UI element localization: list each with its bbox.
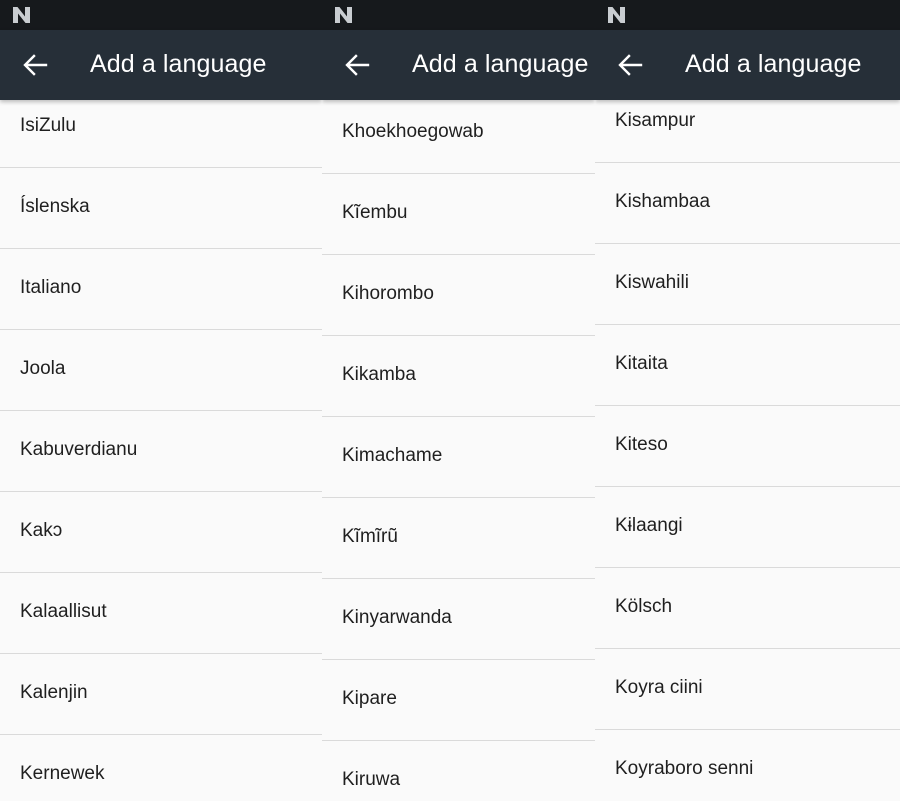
language-label: Kernewek xyxy=(20,763,105,784)
list-item-language[interactable]: Kihorombo xyxy=(322,255,595,336)
language-label: Koyra ciini xyxy=(615,677,703,698)
list-item-language[interactable]: Kĩembu xyxy=(322,174,595,255)
back-arrow-icon[interactable] xyxy=(22,53,48,77)
list-item-language[interactable]: Italiano xyxy=(0,249,322,330)
language-label: Kalenjin xyxy=(20,682,88,703)
list-item-language[interactable]: Kölsch xyxy=(595,568,900,649)
list-item-language[interactable]: Kitaita xyxy=(595,325,900,406)
list-item-language[interactable]: Kisampur xyxy=(595,100,900,163)
language-list-content: IsiZulu Íslenska Italiano Joola Kabuverd… xyxy=(0,100,322,801)
list-item-language[interactable]: Kalaallisut xyxy=(0,573,322,654)
language-label: Koyraboro senni xyxy=(615,758,754,779)
android-n-logo-icon xyxy=(335,7,352,23)
language-label: Kiteso xyxy=(615,434,668,455)
language-list[interactable]: Khoekhoegowab Kĩembu Kihorombo Kikamba K… xyxy=(322,100,595,801)
list-item-language[interactable]: Kĩmĩrũ xyxy=(322,498,595,579)
language-label: Kimachame xyxy=(342,445,443,466)
list-item-language[interactable]: Íslenska xyxy=(0,168,322,249)
list-item-language[interactable]: Kiswahili xyxy=(595,244,900,325)
list-item-language[interactable]: Kakɔ xyxy=(0,492,322,573)
list-item-language[interactable]: Koyraboro senni xyxy=(595,730,900,801)
language-label: Kitaita xyxy=(615,353,668,374)
app-bar: Add a language xyxy=(595,30,900,100)
status-bar xyxy=(595,0,900,30)
language-label: Kikamba xyxy=(342,364,416,385)
list-item-language[interactable]: Kinyarwanda xyxy=(322,579,595,660)
language-label: Kiruwa xyxy=(342,769,401,790)
list-item-language[interactable]: Koyra ciini xyxy=(595,649,900,730)
android-n-logo-icon xyxy=(13,7,30,23)
language-label: Kɨlaangi xyxy=(615,515,683,536)
language-label: Kihorombo xyxy=(342,283,434,304)
list-item-language[interactable]: Kɨlaangi xyxy=(595,487,900,568)
page-title: Add a language xyxy=(90,50,267,78)
language-label: Kabuverdianu xyxy=(20,439,138,460)
language-label: Kinyarwanda xyxy=(342,607,452,628)
language-label: Kishambaa xyxy=(615,191,711,212)
language-label: Kĩembu xyxy=(342,202,408,223)
language-list-content: Kisampur Kishambaa Kiswahili Kitaita Kit… xyxy=(595,100,900,801)
page-title: Add a language xyxy=(685,50,862,78)
list-item-language[interactable]: Kipare xyxy=(322,660,595,741)
language-label: Kĩmĩrũ xyxy=(342,526,398,547)
language-label: IsiZulu xyxy=(20,115,76,136)
language-label: Italiano xyxy=(20,277,82,298)
screen-1: Add a language IsiZulu Íslenska Italiano… xyxy=(0,0,322,801)
language-label: Khoekhoegowab xyxy=(342,121,484,142)
list-item-language[interactable]: Kalenjin xyxy=(0,654,322,735)
app-bar: Add a language xyxy=(0,30,322,100)
list-item-language[interactable]: Kikamba xyxy=(322,336,595,417)
language-label: Kalaallisut xyxy=(20,601,107,622)
language-list[interactable]: IsiZulu Íslenska Italiano Joola Kabuverd… xyxy=(0,100,322,801)
list-item-language[interactable]: Kimachame xyxy=(322,417,595,498)
android-n-logo-icon xyxy=(608,7,625,23)
page-title: Add a language xyxy=(412,50,589,78)
screen-3: Add a language Kisampur Kishambaa Kiswah… xyxy=(595,0,900,801)
app-bar: Add a language xyxy=(322,30,595,100)
screen-2: Add a language Khoekhoegowab Kĩembu Kiho… xyxy=(322,0,595,801)
language-label: Íslenska xyxy=(20,196,90,217)
language-label: Kipare xyxy=(342,688,397,709)
list-item-language[interactable]: Kiruwa xyxy=(322,741,595,801)
list-item-language[interactable]: Kishambaa xyxy=(595,163,900,244)
back-arrow-icon[interactable] xyxy=(344,53,370,77)
screenshot-triptych: Add a language IsiZulu Íslenska Italiano… xyxy=(0,0,900,801)
list-item-language[interactable]: Kabuverdianu xyxy=(0,411,322,492)
language-label: Kölsch xyxy=(615,596,673,617)
language-label: Joola xyxy=(20,358,66,379)
status-bar xyxy=(0,0,322,30)
status-bar xyxy=(322,0,595,30)
back-arrow-icon[interactable] xyxy=(617,53,643,77)
language-list[interactable]: Kisampur Kishambaa Kiswahili Kitaita Kit… xyxy=(595,100,900,801)
language-label: Kisampur xyxy=(615,110,696,131)
language-label: Kakɔ xyxy=(20,520,63,541)
list-item-language[interactable]: Joola xyxy=(0,330,322,411)
list-item-language[interactable]: Khoekhoegowab xyxy=(322,100,595,174)
list-item-language[interactable]: Kernewek xyxy=(0,735,322,801)
language-label: Kiswahili xyxy=(615,272,689,293)
list-item-language[interactable]: IsiZulu xyxy=(0,100,322,168)
list-item-language[interactable]: Kiteso xyxy=(595,406,900,487)
language-list-content: Khoekhoegowab Kĩembu Kihorombo Kikamba K… xyxy=(322,100,595,801)
